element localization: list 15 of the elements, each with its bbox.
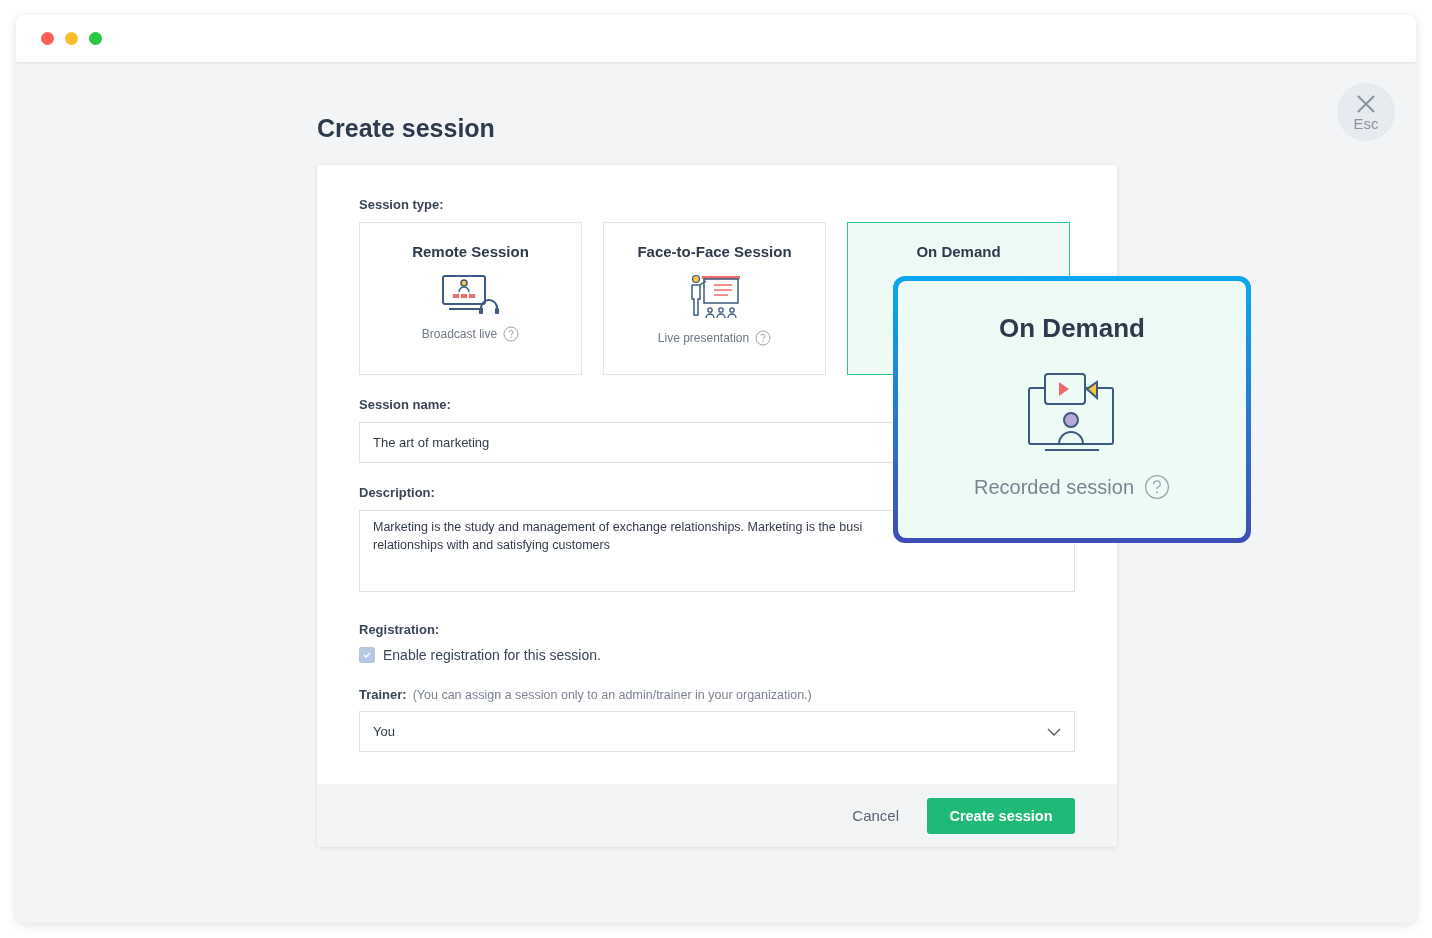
option-title: Remote Session — [412, 243, 529, 260]
callout-description: Recorded session — [973, 475, 1135, 499]
option-description: Live presentation — [657, 331, 750, 345]
field-label: Session type: — [359, 197, 444, 212]
option-title: On Demand — [916, 243, 1001, 260]
field-label: Trainer: — [359, 687, 407, 702]
option-title: Face-to-Face Session — [637, 243, 792, 260]
field-label: Session name: — [359, 397, 451, 412]
field-label: Description: — [359, 485, 435, 500]
callout-title: On Demand — [999, 313, 1145, 344]
field-label: Registration: — [359, 622, 440, 637]
field-hint: (You can assign a session only to an admin/trainer in your organization.) — [412, 688, 812, 702]
page-title: Create session — [317, 114, 496, 143]
checkbox-label: Enable registration for this session. — [383, 647, 601, 663]
option-description: Broadcast live — [421, 327, 498, 341]
